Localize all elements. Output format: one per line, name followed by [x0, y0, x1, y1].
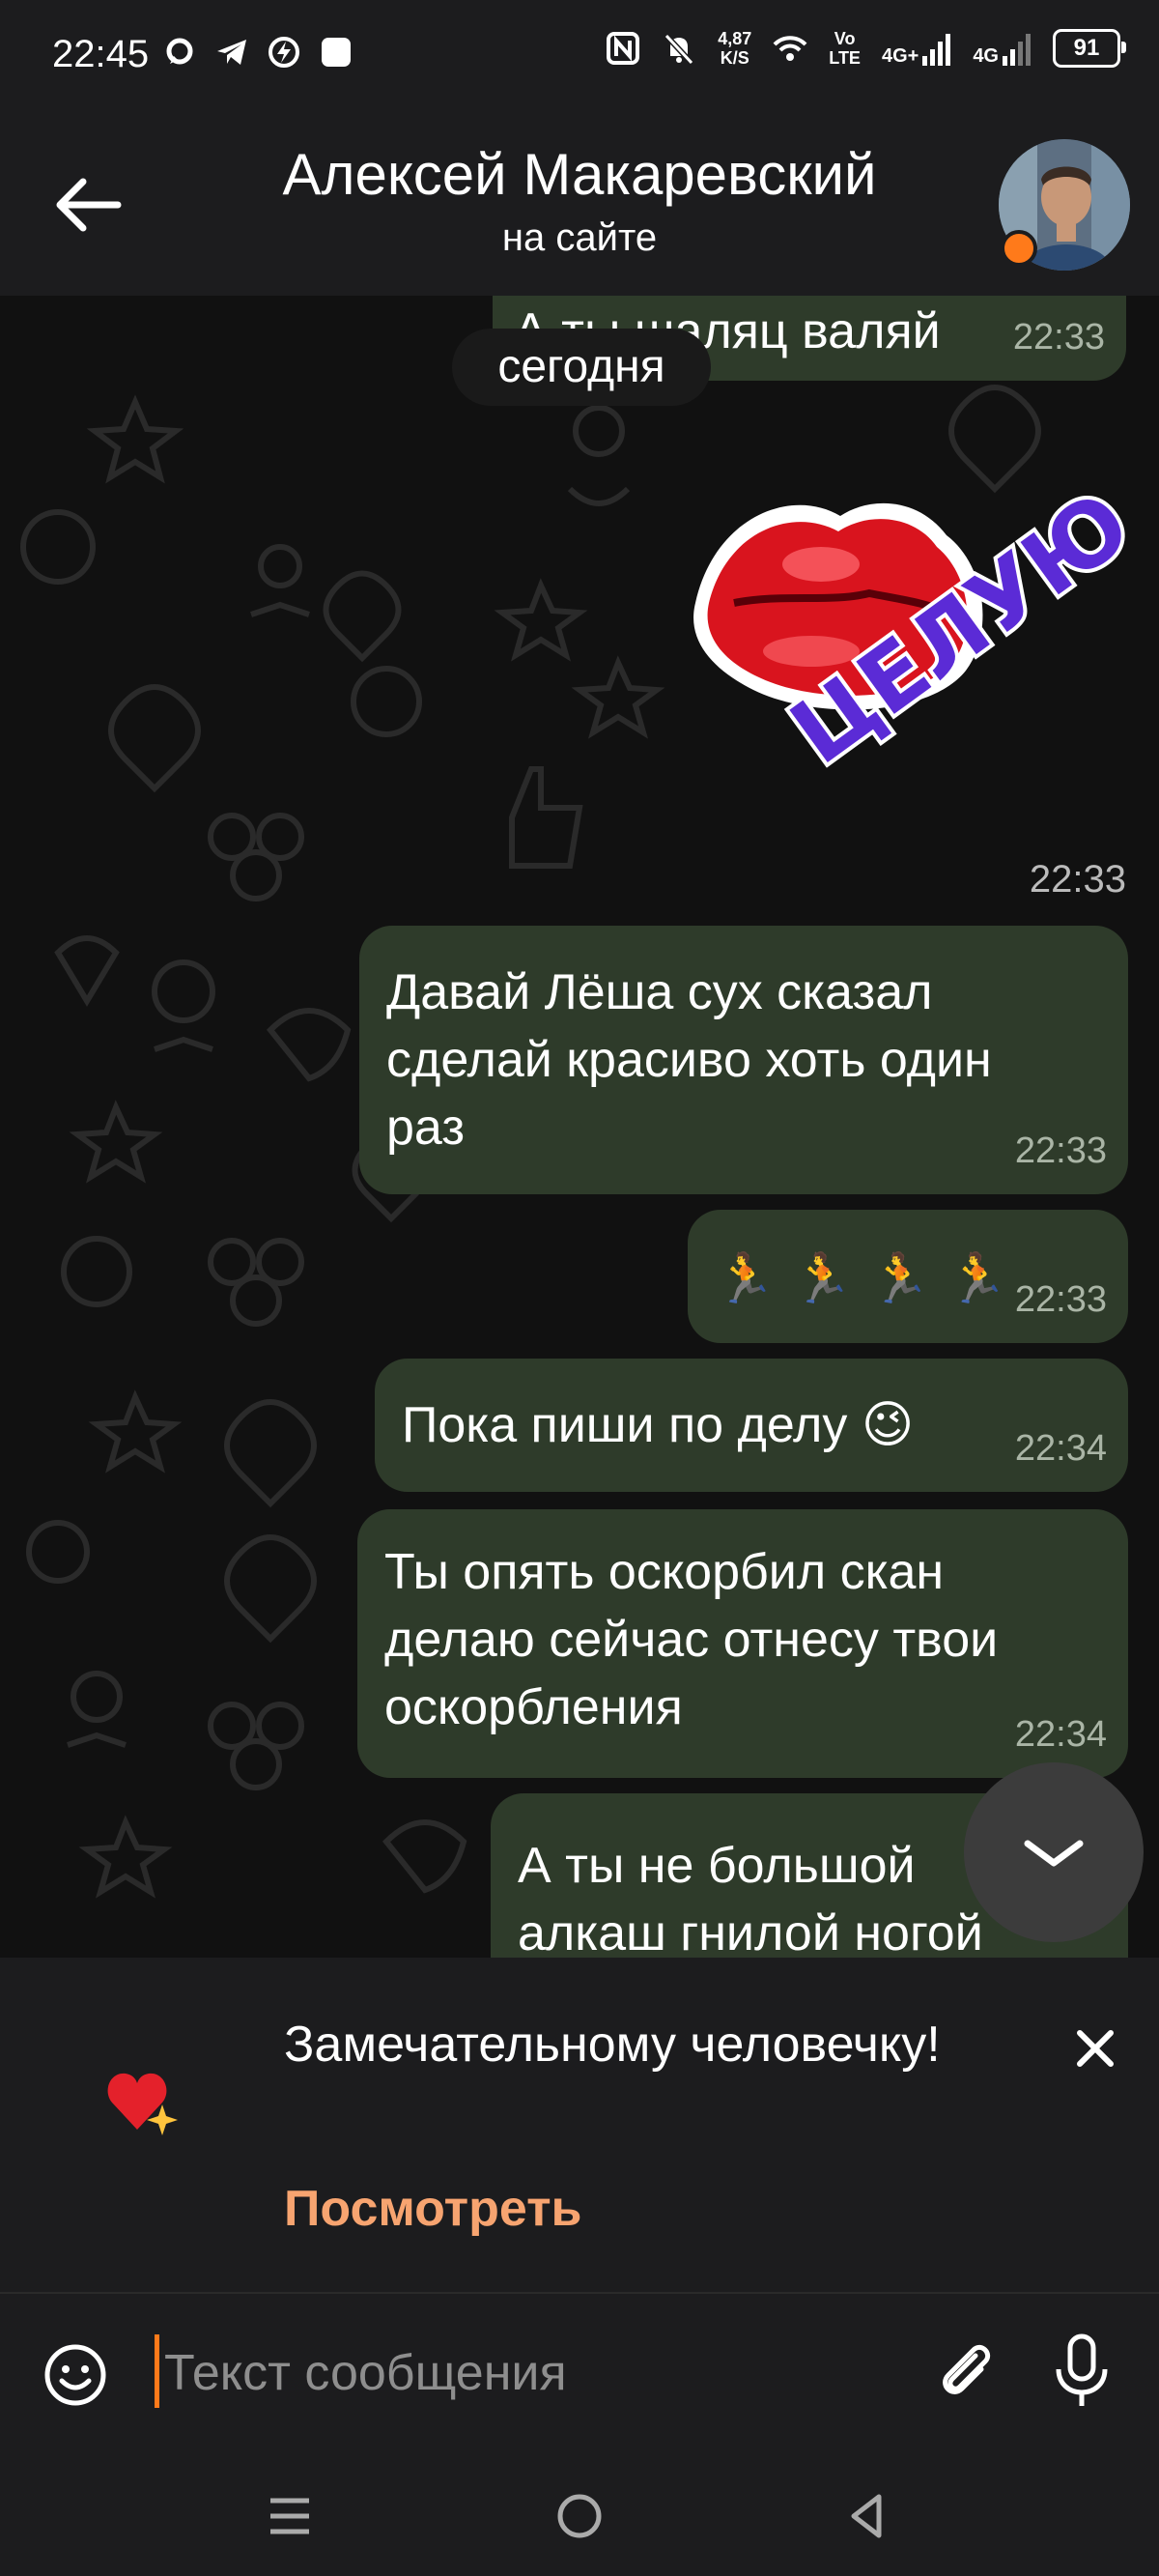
status-bar: 22:45 4,87 K/S Vo LTE 4G+ 4G 91 — [0, 0, 1159, 116]
smiley-icon[interactable] — [42, 2342, 108, 2408]
signal-group-2: 4G — [973, 31, 1032, 66]
home-circle-icon[interactable] — [552, 2489, 607, 2543]
message-time: 22:33 — [1014, 1279, 1107, 1320]
date-separator: сегодня — [452, 329, 711, 406]
paperclip-icon[interactable] — [931, 2336, 1001, 2406]
back-triangle-icon[interactable] — [840, 2489, 894, 2543]
message-time: 22:34 — [1014, 1714, 1107, 1755]
lightning-circle-icon — [269, 37, 299, 68]
app-square-icon — [322, 38, 351, 67]
message-input[interactable] — [162, 2329, 900, 2418]
message-bubble[interactable]: Ты опять оскорбил скан делаю сейчас отне… — [357, 1509, 1128, 1778]
status-system-icons: 4,87 K/S Vo LTE 4G+ 4G 91 — [606, 29, 1126, 68]
signal-group-1: 4G+ — [882, 31, 951, 66]
heart-sparkle-icon — [107, 2073, 178, 2135]
chevron-down-icon — [1024, 1840, 1084, 1867]
menu-icon[interactable] — [263, 2489, 317, 2543]
status-time: 22:45 — [52, 33, 150, 75]
contact-status: на сайте — [501, 216, 658, 259]
message-time: 22:34 — [1014, 1428, 1107, 1469]
wifi-icon — [773, 36, 807, 61]
emoji-row: 🏃🏃🏃🏃 — [715, 1245, 1025, 1312]
online-indicator — [1001, 230, 1037, 267]
network-speed: 4,87 K/S — [718, 29, 752, 68]
nfc-icon — [607, 32, 640, 65]
message-time: 22:33 — [1029, 858, 1126, 901]
message-bubble[interactable]: 🏃🏃🏃🏃 22:33 — [688, 1210, 1128, 1343]
gift-notification: Замечательному человечку! Посмотреть — [0, 1958, 1159, 2292]
text-caret — [155, 2334, 159, 2408]
system-nav-bar — [0, 2450, 1159, 2576]
chat-messages[interactable]: А ты шаляц валяй 22:33 сегодня ЦЕЛУЮ 22:… — [0, 296, 1159, 1958]
message-bubble[interactable]: Давай Лёша сух сказал сделай красиво хот… — [359, 926, 1128, 1194]
message-input-bar — [0, 2292, 1159, 2452]
contact-name[interactable]: Алексей Макаревский — [0, 141, 1159, 208]
view-link[interactable]: Посмотреть — [284, 2180, 582, 2238]
chat-header: Алексей Макаревский на сайте — [0, 116, 1159, 296]
notification-text: Замечательному человечку! — [284, 2017, 941, 2073]
volte-indicator: Vo LTE — [829, 29, 861, 68]
running-person-emoji: 🏃 — [792, 1251, 870, 1305]
message-time: 22:33 — [1014, 1131, 1107, 1171]
chat-bubble-icon — [166, 38, 193, 65]
running-person-emoji: 🏃 — [715, 1251, 793, 1305]
scroll-to-bottom-button[interactable] — [964, 1762, 1144, 1942]
microphone-icon[interactable] — [1047, 2333, 1117, 2410]
battery-indicator: 91 — [1053, 29, 1126, 68]
message-bubble[interactable]: Пока пиши по делу 😉 22:34 — [375, 1359, 1128, 1492]
running-person-emoji: 🏃 — [869, 1251, 947, 1305]
telegram-icon — [217, 40, 246, 65]
mute-bell-icon — [664, 33, 694, 66]
close-icon[interactable] — [1074, 2027, 1117, 2070]
status-notification-icons — [162, 35, 353, 70]
message-time: 22:33 — [1012, 317, 1105, 358]
signal-bars-icon — [1003, 34, 1031, 66]
running-person-emoji: 🏃 — [947, 1251, 1026, 1305]
signal-bars-icon — [922, 34, 951, 66]
sticker-message[interactable]: ЦЕЛУЮ — [676, 458, 1152, 806]
kiss-lips-sticker: ЦЕЛУЮ — [693, 468, 1152, 788]
